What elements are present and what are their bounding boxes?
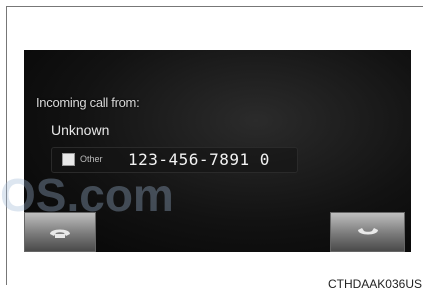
- caller-name: Unknown: [51, 122, 110, 138]
- answer-call-button[interactable]: [24, 212, 96, 252]
- incoming-call-screen: Incoming call from: Unknown Other 123-45…: [24, 50, 411, 252]
- image-code-label: CTHDAAK036US: [327, 277, 422, 291]
- caller-number-row: Other 123-456-7891 0: [51, 147, 298, 173]
- phone-pickup-icon: [50, 229, 70, 238]
- number-type-checkbox-icon: [62, 153, 75, 166]
- number-type-label: Other: [80, 154, 103, 164]
- decline-call-button[interactable]: [330, 212, 405, 252]
- caller-phone-number: 123-456-7891 0: [128, 150, 270, 169]
- phone-hangup-icon: [357, 228, 378, 235]
- incoming-call-title: Incoming call from:: [36, 95, 140, 110]
